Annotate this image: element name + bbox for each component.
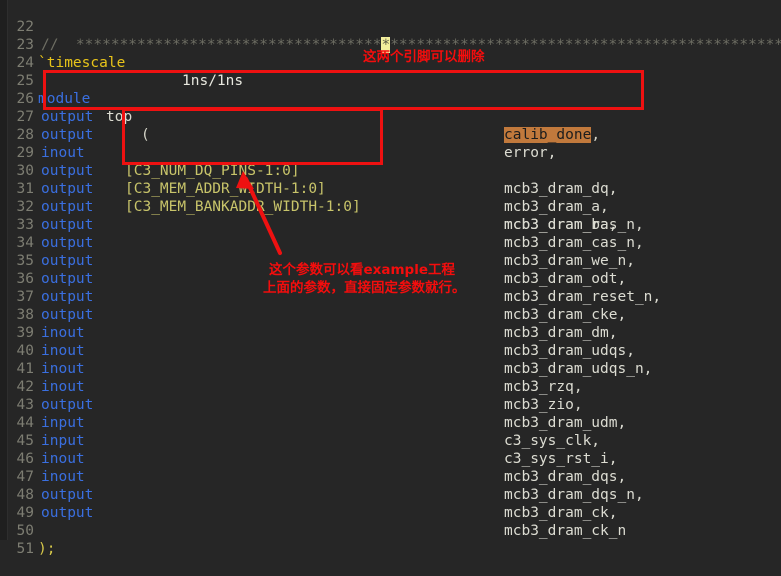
code-line-43[interactable]: 43 input c3_sys_clk,	[0, 378, 781, 449]
code-line-29[interactable]: 29 output [C3_MEM_ADDR_WIDTH-1:0] mcb3_d…	[0, 126, 781, 215]
code-line-23[interactable]: 23 `timescale 1ns/1ns	[0, 18, 781, 89]
code-line-27[interactable]: 27 output error,	[0, 90, 781, 161]
code-line-25[interactable]: 25 module top (	[0, 54, 781, 143]
code-line-42[interactable]: 42 output mcb3_dram_udm,	[0, 360, 781, 431]
code-line-48[interactable]: 48 output mcb3_dram_ck_n	[0, 468, 781, 539]
code-line-34[interactable]: 34 output mcb3_dram_odt,	[0, 216, 781, 287]
code-line-28[interactable]: 28 inout [C3_NUM_DQ_PINS-1:0] mcb3_dram_…	[0, 108, 781, 197]
code-line-45[interactable]: 45 inout mcb3_dram_dqs,	[0, 414, 781, 485]
code-line-31[interactable]: 31 output mcb3_dram_ras_n,	[0, 162, 781, 233]
code-line-47[interactable]: 47 output mcb3_dram_ck,	[0, 450, 781, 521]
code-line-32[interactable]: 32 output mcb3_dram_cas_n,	[0, 180, 781, 251]
code-line-41[interactable]: 41 inout mcb3_zio,	[0, 342, 781, 413]
code-line-40[interactable]: 40 inout mcb3_rzq,	[0, 324, 781, 395]
code-line-33[interactable]: 33 output mcb3_dram_we_n,	[0, 198, 781, 269]
code-line-38[interactable]: 38 inout mcb3_dram_udqs,	[0, 288, 781, 359]
code-line-44[interactable]: 44 input c3_sys_rst_i,	[0, 396, 781, 467]
code-line-50[interactable]: 50 );	[0, 504, 781, 557]
code-line-24[interactable]: 24	[0, 36, 781, 71]
code-editor[interactable]: 22 // **********************************…	[0, 0, 781, 557]
line-number: 51	[16, 541, 34, 557]
code-line-36[interactable]: 36 output mcb3_dram_cke,	[0, 252, 781, 323]
code-line-49[interactable]: 49	[0, 486, 781, 521]
code-line-37[interactable]: 37 output mcb3_dram_dm,	[0, 270, 781, 341]
code-line-26[interactable]: 26 output calib_done,	[0, 72, 781, 143]
code-line-30[interactable]: 30 output [C3_MEM_BANKADDR_WIDTH-1:0] mc…	[0, 144, 781, 233]
code-line-46[interactable]: 46 inout mcb3_dram_dqs_n,	[0, 432, 781, 503]
code-line-35[interactable]: 35 output mcb3_dram_reset_n,	[0, 234, 781, 305]
code-line-39[interactable]: 39 inout mcb3_dram_udqs_n,	[0, 306, 781, 377]
code-line-22[interactable]: 22 // **********************************…	[0, 0, 781, 53]
code-text-layer[interactable]: 22 // **********************************…	[0, 0, 781, 557]
code-line-51[interactable]: 51	[0, 522, 781, 557]
